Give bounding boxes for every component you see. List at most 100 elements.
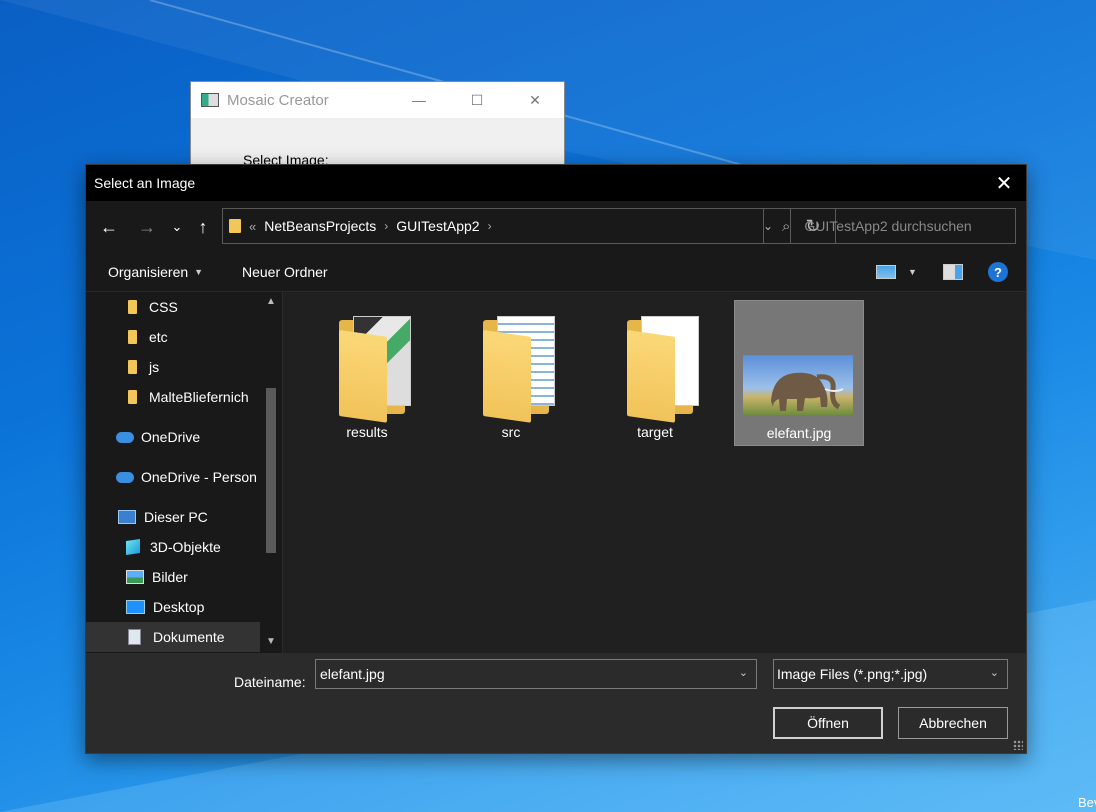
view-options-button[interactable]: ▼ [876, 253, 917, 291]
sidebar-item-3d-objekte[interactable]: 3D-Objekte [86, 532, 282, 562]
sidebar-item-label: OneDrive - Person [141, 469, 257, 485]
sidebar-item-label: etc [149, 329, 168, 345]
minimize-icon[interactable]: — [390, 82, 448, 118]
file-name: target [637, 424, 673, 440]
sidebar-item-label: Dokumente [153, 629, 225, 645]
app-icon [201, 93, 219, 107]
file-name: results [346, 424, 388, 440]
recent-locations-chevron-icon[interactable]: ⌄ [170, 213, 184, 241]
sidebar-item-label: CSS [149, 299, 178, 315]
address-bar[interactable]: « NetBeansProjects › GUITestApp2 › ⌄ ↻ [222, 208, 836, 244]
folder-icon [128, 360, 137, 374]
mosaic-creator-titlebar: Mosaic Creator — ☐ ✕ [191, 82, 564, 118]
scroll-thumb[interactable] [266, 388, 276, 553]
filename-field[interactable]: elefant.jpg ⌄ [315, 659, 757, 689]
folder-icon [229, 219, 241, 233]
computer-icon [118, 510, 136, 524]
filter-value: Image Files (*.png;*.jpg) [777, 666, 928, 682]
cloud-icon [116, 471, 134, 483]
sidebar-item-label: 3D-Objekte [150, 539, 221, 555]
forward-arrow-icon[interactable]: → [136, 213, 158, 241]
sidebar-item-dokumente[interactable]: Dokumente [86, 622, 260, 652]
window-title: Mosaic Creator [227, 91, 329, 109]
breadcrumb-chevron-icon[interactable]: › [384, 219, 388, 233]
file-name: elefant.jpg [766, 425, 832, 441]
breadcrumb-netbeansprojects[interactable]: NetBeansProjects [264, 218, 376, 234]
sidebar-item-onedrive[interactable]: OneDrive [86, 422, 282, 452]
document-icon [128, 629, 141, 645]
sidebar-item-bilder[interactable]: Bilder [86, 562, 282, 592]
breadcrumb-guitestapp2[interactable]: GUITestApp2 [396, 218, 479, 234]
search-placeholder: GUITestApp2 durchsuchen [804, 218, 972, 234]
back-arrow-icon[interactable]: ← [98, 213, 120, 241]
up-arrow-icon[interactable]: ↑ [192, 213, 214, 241]
breadcrumb-chevron-icon[interactable]: › [488, 219, 492, 233]
folder-icon [128, 300, 137, 314]
new-folder-button[interactable]: Neuer Ordner [242, 253, 328, 291]
sidebar-item-label: MalteBliefernich [149, 389, 249, 405]
cloud-icon [116, 431, 134, 443]
taskbar-hint: Bev [1078, 795, 1096, 810]
folder-icon [128, 330, 137, 344]
sidebar-scrollbar[interactable]: ▲ ▼ [260, 292, 282, 653]
pictures-icon [126, 570, 144, 584]
sidebar-item-dieser-pc[interactable]: Dieser PC [86, 502, 282, 532]
image-thumbnail [743, 355, 853, 415]
scroll-down-icon[interactable]: ▼ [260, 636, 282, 647]
chevron-down-icon[interactable]: ⌄ [990, 666, 999, 679]
file-item-src[interactable]: src [446, 300, 576, 446]
close-icon[interactable]: ✕ [982, 165, 1026, 201]
sidebar-item-label: Bilder [152, 569, 188, 585]
open-button[interactable]: Öffnen [773, 707, 883, 739]
file-item-elefant[interactable]: elefant.jpg [734, 300, 864, 446]
file-item-results[interactable]: results [302, 300, 432, 446]
search-icon: ⌕ [782, 217, 791, 235]
cancel-button[interactable]: Abbrechen [898, 707, 1008, 739]
help-button[interactable]: ? [988, 253, 1008, 291]
sidebar-item-desktop[interactable]: Desktop [86, 592, 282, 622]
file-list: results src target elefant.jpg [283, 292, 1026, 653]
caret-down-icon: ▼ [194, 267, 204, 277]
sidebar-item-css[interactable]: CSS [86, 292, 282, 322]
help-icon: ? [988, 262, 1008, 282]
folder-icon [627, 316, 703, 423]
sidebar-item-js[interactable]: js [86, 352, 282, 382]
window-controls: — ☐ ✕ [390, 82, 564, 118]
view-icon [876, 265, 896, 279]
search-input[interactable]: ⌕ GUITestApp2 durchsuchen [763, 208, 1016, 244]
sidebar-item-maltebliefernich[interactable]: MalteBliefernich [86, 382, 282, 412]
dialog-body: CSS etc js MalteBliefernich OneDrive One… [86, 292, 1026, 653]
folder-icon [483, 316, 559, 423]
cube-icon [126, 539, 140, 555]
sidebar-item-label: OneDrive [141, 429, 201, 445]
chevron-down-icon[interactable]: ⌄ [739, 666, 748, 679]
filename-label: Dateiname: [234, 674, 306, 690]
file-type-filter[interactable]: Image Files (*.png;*.jpg) ⌄ [773, 659, 1008, 689]
maximize-icon[interactable]: ☐ [448, 82, 506, 118]
filename-value: elefant.jpg [320, 666, 385, 682]
preview-pane-icon [943, 264, 963, 280]
file-item-target[interactable]: target [590, 300, 720, 446]
desktop-icon [126, 600, 145, 614]
scroll-up-icon[interactable]: ▲ [260, 296, 282, 307]
command-toolbar: Organisieren ▼ Neuer Ordner ▼ ? [86, 253, 1026, 292]
sidebar-item-label: Dieser PC [144, 509, 208, 525]
dialog-footer: Dateiname: elefant.jpg ⌄ Image Files (*.… [86, 653, 1026, 753]
dialog-titlebar: Select an Image ✕ [86, 165, 1026, 201]
address-overflow-icon[interactable]: « [249, 219, 256, 234]
sidebar-item-label: js [149, 359, 160, 375]
sidebar-item-onedrive-personal[interactable]: OneDrive - Person [86, 462, 282, 492]
sidebar-item-etc[interactable]: etc [86, 322, 282, 352]
organize-label: Organisieren [108, 264, 189, 280]
select-image-dialog: Select an Image ✕ ← → ⌄ ↑ « NetBeansProj… [85, 164, 1027, 754]
close-icon[interactable]: ✕ [506, 82, 564, 118]
folder-icon [128, 390, 137, 404]
sidebar-item-label: Desktop [153, 599, 205, 615]
organize-button[interactable]: Organisieren ▼ [108, 253, 203, 291]
dialog-title: Select an Image [94, 175, 196, 191]
caret-down-icon: ▼ [908, 267, 917, 277]
preview-pane-button[interactable] [943, 253, 963, 291]
resize-grip-icon[interactable] [1013, 740, 1023, 750]
file-name: src [501, 424, 521, 440]
navigation-pane: CSS etc js MalteBliefernich OneDrive One… [86, 292, 283, 653]
